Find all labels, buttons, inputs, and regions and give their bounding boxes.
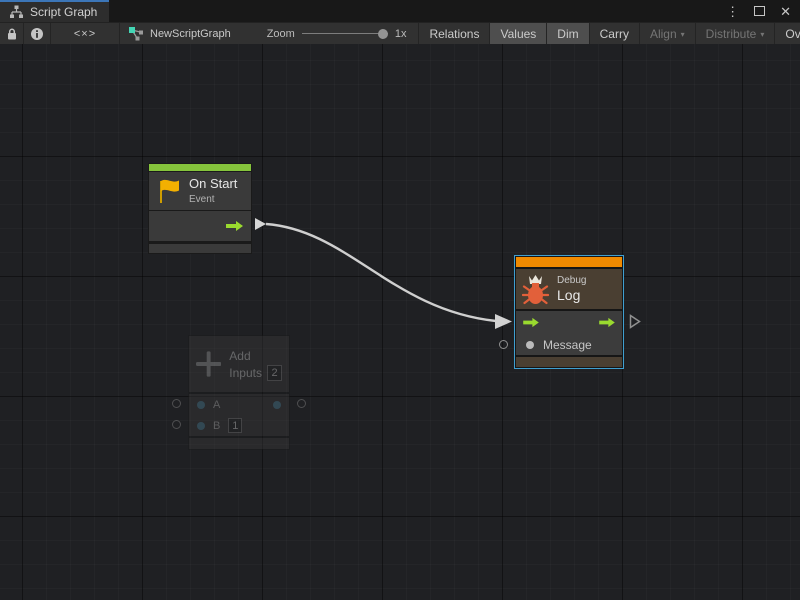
info-icon bbox=[30, 27, 44, 41]
lock-button[interactable] bbox=[0, 23, 23, 44]
flow-output-port-triangle[interactable] bbox=[255, 218, 266, 230]
values-button[interactable]: Values bbox=[490, 23, 546, 44]
message-port-label: Message bbox=[543, 338, 592, 352]
zoom-slider-track bbox=[302, 33, 388, 34]
graph-asset-icon bbox=[128, 26, 144, 42]
close-icon[interactable]: ✕ bbox=[780, 5, 791, 18]
on-start-header: On Start Event bbox=[149, 172, 251, 210]
graph-asset-name: NewScriptGraph bbox=[150, 28, 231, 40]
graph-asset-button[interactable]: NewScriptGraph bbox=[120, 23, 241, 44]
info-button[interactable] bbox=[24, 23, 50, 44]
node-footer bbox=[149, 244, 251, 253]
plus-icon bbox=[196, 351, 221, 377]
sum-output-dot[interactable] bbox=[273, 401, 281, 409]
port-row-a: A bbox=[189, 394, 289, 415]
connection-edge[interactable] bbox=[266, 224, 496, 321]
input-count-field[interactable]: 2 bbox=[267, 365, 282, 381]
overview-button[interactable]: Overview bbox=[775, 23, 800, 44]
port-a-label: A bbox=[213, 399, 220, 411]
debug-log-header: Debug Log bbox=[516, 269, 622, 309]
port-b-value-field[interactable]: 1 bbox=[228, 418, 242, 433]
maximize-icon[interactable] bbox=[754, 6, 765, 16]
message-input-port-dot[interactable] bbox=[526, 341, 534, 349]
kebab-menu-icon[interactable]: ⋮ bbox=[726, 5, 739, 18]
port-row-b: B 1 bbox=[189, 415, 289, 436]
align-button[interactable]: Align▾ bbox=[640, 23, 695, 44]
flag-icon bbox=[157, 177, 181, 205]
chevron-down-icon: ▾ bbox=[681, 30, 685, 39]
distribute-button[interactable]: Distribute▾ bbox=[696, 23, 775, 44]
port-a-external-circle[interactable] bbox=[172, 399, 181, 408]
node-title-line1: Add bbox=[229, 347, 282, 365]
node-title: On Start bbox=[189, 176, 237, 192]
node-footer bbox=[516, 357, 622, 367]
output-external-circle[interactable] bbox=[297, 399, 306, 408]
lock-icon bbox=[5, 27, 19, 41]
script-graph-icon bbox=[9, 5, 24, 19]
zoom-label: Zoom bbox=[267, 28, 295, 40]
connection-arrowhead-icon bbox=[495, 314, 512, 329]
node-title-line2: Inputs bbox=[229, 366, 262, 380]
on-start-port-row bbox=[149, 211, 251, 241]
flow-output-arrow-icon[interactable] bbox=[598, 317, 616, 328]
connection-edges-layer bbox=[0, 44, 800, 600]
graph-canvas[interactable]: On Start Event bbox=[0, 44, 800, 600]
chevron-down-icon: ▾ bbox=[760, 30, 764, 39]
add-node-header: Add Inputs 2 bbox=[189, 336, 289, 392]
dim-button[interactable]: Dim bbox=[547, 23, 588, 44]
event-accent-bar bbox=[149, 164, 251, 171]
debug-accent-bar bbox=[516, 257, 622, 267]
node-footer bbox=[189, 438, 289, 449]
message-external-port-circle[interactable] bbox=[499, 340, 508, 349]
relations-button[interactable]: Relations bbox=[419, 23, 489, 44]
port-a-input-dot[interactable] bbox=[197, 401, 205, 409]
zoom-control: Zoom 1x bbox=[267, 23, 407, 44]
unity-graph-window: Script Graph ⋮ ✕ <×> bbox=[0, 0, 800, 600]
port-b-external-circle[interactable] bbox=[172, 420, 181, 429]
code-icon: <×> bbox=[74, 28, 96, 40]
code-view-button[interactable]: <×> bbox=[51, 23, 119, 44]
node-subtitle: Event bbox=[189, 193, 237, 206]
window-controls: ⋮ ✕ bbox=[726, 0, 800, 22]
node-title: Log bbox=[557, 288, 586, 303]
zoom-slider[interactable] bbox=[302, 23, 388, 45]
tab-bar: Script Graph ⋮ ✕ bbox=[0, 0, 800, 22]
tab-script-graph[interactable]: Script Graph bbox=[0, 0, 109, 22]
node-category: Debug bbox=[557, 274, 586, 288]
zoom-value: 1x bbox=[395, 28, 407, 40]
carry-button[interactable]: Carry bbox=[590, 23, 639, 44]
node-on-start[interactable]: On Start Event bbox=[148, 163, 252, 254]
zoom-slider-thumb[interactable] bbox=[378, 29, 388, 39]
port-b-input-dot[interactable] bbox=[197, 422, 205, 430]
port-b-label: B bbox=[213, 420, 220, 432]
node-add-dimmed[interactable]: Add Inputs 2 A B 1 bbox=[188, 335, 290, 450]
graph-toolbar: <×> NewScriptGraph Zoom 1x Relations Val… bbox=[0, 22, 800, 44]
debug-log-ports: Message bbox=[516, 311, 622, 355]
bug-icon bbox=[522, 274, 549, 305]
flow-input-arrow-icon[interactable] bbox=[522, 317, 540, 328]
flow-external-port-triangle[interactable] bbox=[629, 314, 641, 329]
tab-title: Script Graph bbox=[30, 5, 97, 19]
flow-output-arrow-icon[interactable] bbox=[225, 220, 244, 232]
node-debug-log[interactable]: Debug Log Message bbox=[514, 255, 624, 369]
